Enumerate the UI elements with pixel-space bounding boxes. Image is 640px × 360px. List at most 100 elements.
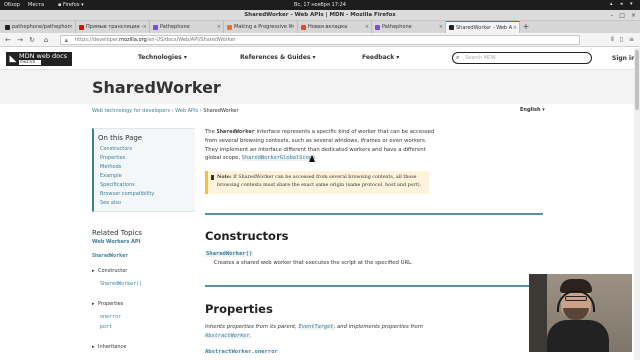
tab-close-icon[interactable]: ×	[439, 24, 443, 30]
tab-favicon-icon	[227, 24, 232, 30]
browser-tab[interactable]: Making a Progressive W ×	[224, 21, 298, 33]
related-link-sharedworker[interactable]: SharedWorker()	[100, 281, 142, 287]
inherits-text: Inherits properties from its parent,	[205, 324, 299, 330]
tab-label: pathephone/pathephone	[12, 24, 70, 30]
browser-tab[interactable]: Pathephone ×	[150, 21, 224, 33]
nav-feedback[interactable]: Feedback ▾	[362, 54, 399, 61]
nav-references-guides[interactable]: References & Guides ▾	[240, 54, 316, 61]
intro-paragraph: The SharedWorker interface represents a …	[205, 128, 435, 163]
eventtarget-link[interactable]: EventTarget	[298, 324, 334, 330]
constructor-link[interactable]: SharedWorker()	[205, 251, 254, 257]
tab-close-icon[interactable]: ×	[365, 24, 369, 30]
tab-close-icon[interactable]: ×	[217, 24, 221, 30]
close-icon[interactable]: ×	[631, 12, 636, 19]
breadcrumb-item[interactable]: Web APIs	[175, 108, 198, 114]
browser-tab[interactable]: Прямые трансляции - Yo ×	[76, 21, 150, 33]
tab-close-icon[interactable]: ×	[143, 24, 147, 30]
window-controls: – □ ×	[610, 12, 636, 19]
related-topics: Related Topics Web Workers API SharedWor…	[92, 229, 195, 259]
related-group-properties[interactable]: ▸ Properties	[92, 301, 123, 307]
forward-icon[interactable]: →	[16, 36, 24, 44]
url-prefix: https://developer.	[75, 37, 120, 43]
page-title: SharedWorker	[92, 78, 221, 97]
toc-item-constructors[interactable]: Constructors	[98, 145, 195, 154]
minimize-icon[interactable]: –	[610, 12, 613, 19]
tab-close-icon[interactable]: ×	[69, 24, 73, 30]
related-link-port[interactable]: port	[100, 324, 112, 330]
lock-icon[interactable]: 🔒︎	[65, 37, 68, 45]
toc-item-properties[interactable]: Properties	[98, 154, 195, 163]
property-onerror-link[interactable]: AbstractWorker.onerror	[205, 349, 278, 355]
maximize-icon[interactable]: □	[619, 12, 625, 19]
nav-technologies[interactable]: Technologies ▾	[138, 54, 187, 61]
note-label: Note:	[217, 174, 232, 180]
url-bar[interactable]: 🔒︎ https://developer.mozilla.org/en-US/d…	[60, 35, 580, 45]
page-scrollbar[interactable]	[634, 48, 640, 360]
global-scope-link[interactable]: SharedWorkerGlobalScope	[241, 155, 316, 162]
url-domain: mozilla.org	[119, 37, 147, 43]
browser-tab[interactable]: Pathephone ×	[372, 21, 446, 33]
title-band: SharedWorker	[0, 70, 640, 104]
section-divider	[205, 285, 543, 287]
related-api-link[interactable]: Web Workers API	[92, 239, 195, 245]
abstractworker-link[interactable]: AbstractWorker	[205, 333, 250, 339]
sign-in-link[interactable]: Sign in	[612, 55, 635, 62]
related-group-constructor[interactable]: ▸ Constructor	[92, 268, 127, 274]
note-box: Note: If SharedWorker can be accessed fr…	[205, 171, 429, 194]
inherits-text: , and implements properties from	[333, 324, 423, 330]
search-input[interactable]: ⌕ Search MDN	[452, 52, 592, 64]
mdn-logo[interactable]: ◣ MDN web docs moz://a	[6, 52, 72, 66]
reload-icon[interactable]: ↻	[28, 36, 36, 44]
scrollbar-thumb[interactable]	[635, 50, 639, 110]
tab-strip: pathephone/pathephone × Прямые трансляции …	[0, 21, 640, 33]
search-icon: ⌕	[456, 54, 460, 61]
related-interface-link[interactable]: SharedWorker	[92, 253, 195, 259]
toc-item-browser-compatibility[interactable]: Browser compatibility	[98, 190, 195, 199]
language-selector[interactable]: English ▾	[520, 107, 545, 113]
inherits-text: .	[249, 333, 252, 339]
mdn-dino-icon: ◣	[9, 54, 17, 64]
sidebar-icon[interactable]: ▯	[620, 36, 623, 44]
note-icon	[211, 175, 214, 180]
clock[interactable]: Вс, 17 ноября 17:24	[0, 2, 640, 8]
tab-favicon-icon	[375, 24, 380, 30]
mouse-cursor	[309, 155, 315, 162]
tab-close-icon[interactable]: ×	[291, 24, 295, 30]
browser-tab[interactable]: SharedWorker - Web A ×	[446, 21, 520, 33]
tab-label: Pathephone	[160, 24, 190, 30]
toc-item-example[interactable]: Example	[98, 172, 195, 181]
new-tab-icon[interactable]: +	[520, 21, 532, 33]
intro-text: The	[205, 129, 217, 135]
power-icon: ▾	[630, 1, 633, 7]
toc-item-specifications[interactable]: Specifications	[98, 181, 195, 190]
inherits-paragraph: Inherits properties from its parent, Eve…	[205, 323, 445, 341]
related-link-onerror[interactable]: onerror	[100, 314, 121, 320]
breadcrumb-item[interactable]: Web technology for developers	[92, 108, 170, 114]
tab-label: Новая вкладка	[308, 24, 348, 30]
browser-tab[interactable]: Новая вкладка ×	[298, 21, 372, 33]
toolbar-right: ⫴ ▯ ≡	[611, 36, 634, 44]
tab-label: Making a Progressive W	[234, 24, 292, 30]
logo-subtext: moz://a	[19, 60, 41, 65]
related-group-inheritance[interactable]: ▸ Inheritance	[92, 344, 126, 350]
browser-tab[interactable]: pathephone/pathephone ×	[2, 21, 76, 33]
note-text: If SharedWorker can be accessed from sev…	[217, 175, 422, 188]
tab-favicon-icon	[79, 24, 84, 30]
hamburger-menu-icon[interactable]: ≡	[629, 36, 634, 44]
tab-close-icon[interactable]: ×	[513, 25, 517, 31]
network-icon: ▴	[610, 1, 613, 7]
section-divider	[205, 213, 543, 215]
tab-favicon-icon	[449, 25, 454, 30]
navigation-toolbar: ← → ↻ ⌂ 🔒︎ https://developer.mozilla.org…	[0, 33, 640, 47]
search-placeholder: Search MDN	[465, 55, 496, 61]
home-icon[interactable]: ⌂	[42, 36, 50, 44]
volume-icon: ◂	[620, 1, 623, 7]
toc-item-methods[interactable]: Methods	[98, 163, 195, 172]
library-icon[interactable]: ⫴	[611, 36, 614, 44]
toc-item-see-also[interactable]: See also	[98, 199, 195, 208]
back-icon[interactable]: ←	[4, 36, 12, 44]
breadcrumb-current: SharedWorker	[203, 108, 239, 114]
webcam-shelf	[529, 274, 547, 352]
intro-interface-name: SharedWorker	[216, 129, 255, 135]
system-tray[interactable]: ▴ ◂ ▾	[610, 1, 636, 8]
